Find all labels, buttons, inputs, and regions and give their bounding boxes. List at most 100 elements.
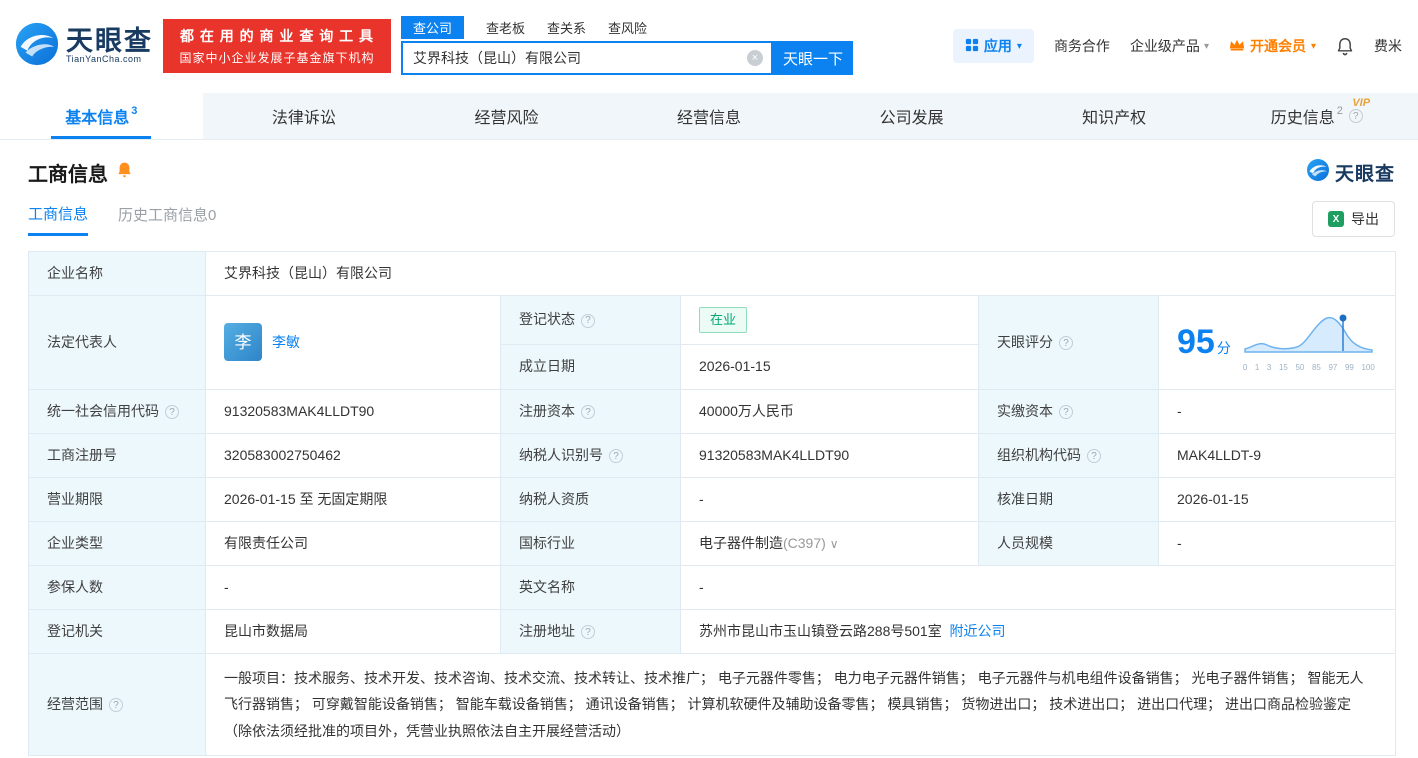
field-label-insured: 参保人数 bbox=[28, 564, 206, 610]
apps-menu-button[interactable]: 应用 ▾ bbox=[952, 29, 1034, 63]
open-vip-button[interactable]: 开通会员 ▾ bbox=[1229, 36, 1316, 56]
search-tab-risk[interactable]: 查风险 bbox=[608, 16, 647, 39]
export-button[interactable]: X 导出 bbox=[1312, 201, 1395, 237]
tab-history-info[interactable]: VIP 历史信息 2 ? bbox=[1215, 93, 1418, 139]
help-icon[interactable]: ? bbox=[581, 313, 595, 328]
tianyancha-logo-icon bbox=[14, 21, 60, 72]
section-title: 工商信息 bbox=[28, 164, 108, 186]
tab-legal-proceedings[interactable]: 法律诉讼 bbox=[203, 93, 406, 139]
field-value-business-scope: 一般项目：技术服务、技术开发、技术咨询、技术交流、技术转让、技术推广； 电子元器… bbox=[205, 652, 1396, 757]
field-value-business-term: 2026-01-15 至 无固定期限 bbox=[205, 476, 501, 522]
field-value-org-code: MAK4LLDT-9 bbox=[1158, 432, 1396, 478]
field-value-reg-authority: 昆山市数据局 bbox=[205, 608, 501, 654]
chevron-down-icon: ▾ bbox=[1203, 40, 1209, 52]
search-box: × bbox=[401, 41, 773, 75]
export-label: 导出 bbox=[1351, 211, 1379, 227]
field-label-legal-rep: 法定代表人 bbox=[28, 295, 206, 390]
field-value-credit-code: 91320583MAK4LLDT90 bbox=[205, 388, 501, 434]
field-label-approval-date: 核准日期 bbox=[978, 476, 1159, 522]
tab-operation-risk[interactable]: 经营风险 bbox=[405, 93, 608, 139]
chevron-down-icon[interactable]: ∨ bbox=[830, 537, 839, 551]
tab-intellectual-property[interactable]: 知识产权 bbox=[1013, 93, 1216, 139]
field-value-reg-capital: 40000万人民币 bbox=[680, 388, 979, 434]
enterprise-products-label: 企业级产品 bbox=[1129, 38, 1200, 54]
search-tab-company[interactable]: 查公司 bbox=[401, 16, 465, 39]
search-tab-boss[interactable]: 查老板 bbox=[486, 16, 525, 39]
banner-line2: 国家中小企业发展子基金旗下机构 bbox=[179, 51, 375, 65]
logo-title: 天眼查 bbox=[66, 26, 153, 57]
crown-icon bbox=[1229, 38, 1245, 54]
notification-bell-icon[interactable] bbox=[1336, 37, 1354, 56]
help-icon[interactable]: ? bbox=[1348, 109, 1363, 123]
field-label-taxpayer-quality: 纳税人资质 bbox=[500, 476, 681, 522]
field-value-legal-rep: 李 李敏 bbox=[205, 295, 501, 390]
status-badge: 在业 bbox=[699, 307, 748, 333]
help-icon[interactable]: ? bbox=[581, 625, 595, 639]
subtab-history-business-info[interactable]: 历史工商信息0 bbox=[118, 204, 216, 234]
tab-label: 经营信息 bbox=[677, 110, 742, 127]
score-number: 95 bbox=[1177, 323, 1215, 362]
vip-badge: VIP bbox=[1352, 97, 1371, 109]
field-value-reg-address: 苏州市昆山市玉山镇登云路288号501室 附近公司 bbox=[680, 608, 1396, 654]
field-label-reg-status: 登记状态? bbox=[500, 295, 681, 345]
help-icon[interactable]: ? bbox=[609, 449, 623, 463]
field-label-org-code: 组织机构代码? bbox=[978, 432, 1159, 478]
field-value-english-name: - bbox=[680, 564, 1396, 610]
field-label-business-term: 营业期限 bbox=[28, 476, 206, 522]
watermark-logo: 天眼查 bbox=[1306, 158, 1395, 187]
search-button[interactable]: 天眼一下 bbox=[773, 41, 853, 75]
logo-domain: TianYanCha.com bbox=[66, 54, 142, 65]
tab-basic-info[interactable]: 基本信息 3 bbox=[0, 93, 203, 139]
excel-icon: X bbox=[1328, 211, 1344, 227]
subtab-business-info[interactable]: 工商信息 bbox=[28, 203, 89, 236]
tab-company-development[interactable]: 公司发展 bbox=[810, 93, 1013, 139]
nearby-companies-link[interactable]: 附近公司 bbox=[950, 623, 1006, 639]
field-label-taxpayer-id: 纳税人识别号? bbox=[500, 432, 681, 478]
score-unit: 分 bbox=[1216, 340, 1231, 357]
open-vip-label: 开通会员 bbox=[1249, 38, 1306, 54]
field-value-company-type: 有限责任公司 bbox=[205, 520, 501, 566]
help-icon[interactable]: ? bbox=[109, 698, 123, 713]
field-label-reg-authority: 登记机关 bbox=[28, 608, 206, 654]
field-label-reg-address: 注册地址? bbox=[500, 608, 681, 654]
business-cooperation-link[interactable]: 商务合作 bbox=[1054, 36, 1110, 56]
field-value-establish-date: 2026-01-15 bbox=[680, 343, 979, 390]
industry-code: (C397) bbox=[783, 534, 826, 551]
user-account-menu[interactable]: 费米 bbox=[1374, 36, 1402, 56]
field-value-insured: - bbox=[205, 564, 501, 610]
tab-label: 法律诉讼 bbox=[271, 110, 336, 127]
field-label-credit-code: 统一社会信用代码? bbox=[28, 388, 206, 434]
field-label-business-scope: 经营范围? bbox=[28, 652, 206, 757]
business-info-table: 企业名称 艾界科技（昆山）有限公司 法定代表人 李 李敏 登记状态? 在业 天眼… bbox=[28, 251, 1396, 757]
enterprise-products-menu[interactable]: 企业级产品 ▾ bbox=[1130, 36, 1209, 56]
section-header: 工商信息 天眼查 bbox=[28, 158, 1395, 187]
monitor-bell-icon[interactable] bbox=[116, 161, 133, 184]
field-label-industry: 国标行业 bbox=[500, 520, 681, 566]
search-module: 查公司 查老板 查关系 查风险 × 天眼一下 bbox=[401, 16, 853, 75]
help-icon[interactable]: ? bbox=[1059, 405, 1073, 419]
help-icon[interactable]: ? bbox=[165, 405, 179, 419]
top-header: 天眼查 TianYanCha.com 都 在 用 的 商 业 查 询 工 具 国… bbox=[0, 0, 1418, 92]
main-tabbar: 基本信息 3 法律诉讼 经营风险 经营信息 公司发展 知识产权 VIP 历史信息 2… bbox=[0, 93, 1418, 140]
chevron-down-icon: ▾ bbox=[1016, 40, 1022, 52]
field-value-company-name: 艾界科技（昆山）有限公司 bbox=[205, 251, 1396, 296]
promo-banner: 都 在 用 的 商 业 查 询 工 具 国家中小企业发展子基金旗下机构 bbox=[163, 19, 391, 73]
search-input[interactable] bbox=[403, 43, 771, 73]
legal-rep-name-link[interactable]: 李敏 bbox=[272, 332, 300, 353]
tianyancha-logo-icon bbox=[1306, 158, 1330, 187]
help-icon[interactable]: ? bbox=[1059, 336, 1073, 351]
field-label-reg-capital: 注册资本? bbox=[500, 388, 681, 434]
tianyancha-logo[interactable]: 天眼查 TianYanCha.com bbox=[14, 21, 153, 72]
banner-line1: 都 在 用 的 商 业 查 询 工 具 bbox=[179, 28, 374, 44]
field-label-staff-size: 人员规模 bbox=[978, 520, 1159, 566]
page: 天眼查 TianYanCha.com 都 在 用 的 商 业 查 询 工 具 国… bbox=[0, 0, 1418, 758]
clear-search-icon[interactable]: × bbox=[747, 50, 763, 66]
field-label-reg-number: 工商注册号 bbox=[28, 432, 206, 478]
field-value-reg-status: 在业 bbox=[680, 295, 979, 345]
field-label-establish-date: 成立日期 bbox=[500, 343, 681, 390]
help-icon[interactable]: ? bbox=[1087, 449, 1101, 463]
help-icon[interactable]: ? bbox=[581, 405, 595, 419]
search-tab-relation[interactable]: 查关系 bbox=[547, 16, 586, 39]
score-distribution-chart: 0 1 3 15 50 85 97 99 100 bbox=[1243, 311, 1375, 374]
tab-operation-info[interactable]: 经营信息 bbox=[608, 93, 811, 139]
